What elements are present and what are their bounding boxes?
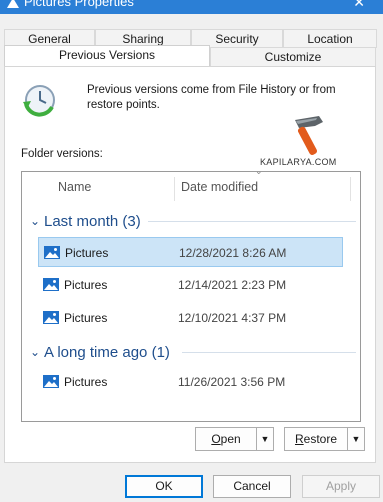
version-name: Pictures xyxy=(64,278,108,292)
window-title: Pictures Properties xyxy=(24,0,134,9)
picture-icon xyxy=(43,311,59,324)
chevron-down-icon: ⌄ xyxy=(30,345,41,359)
versions-list[interactable]: Name ⌄ Date modified ⌄ Last month (3) Pic… xyxy=(21,166,361,422)
folder-versions-label: Folder versions: xyxy=(21,148,103,160)
tab-row-front: Previous Versions Customize xyxy=(0,45,383,66)
version-name: Pictures xyxy=(64,311,108,325)
ok-button[interactable]: OK xyxy=(125,475,203,498)
watermark-logo: KAPILARYA.COM xyxy=(259,112,341,170)
restore-dropdown-button[interactable]: ▼ xyxy=(348,428,364,450)
group-title: A long time ago (1) xyxy=(44,344,170,361)
open-button[interactable]: Open xyxy=(196,428,257,450)
version-row[interactable]: Pictures 12/14/2021 2:23 PM xyxy=(38,270,343,300)
version-name: Pictures xyxy=(64,375,108,389)
tab-location[interactable]: Location xyxy=(283,29,377,48)
hammer-icon xyxy=(295,116,323,155)
apply-button[interactable]: Apply xyxy=(302,475,380,498)
window-icon xyxy=(7,0,19,8)
version-row[interactable]: Pictures 12/10/2021 4:37 PM xyxy=(38,303,343,333)
version-date: 11/26/2021 3:56 PM xyxy=(178,375,286,389)
chevron-down-icon: ⌄ xyxy=(30,214,41,228)
version-row[interactable]: Pictures 11/26/2021 3:56 PM xyxy=(38,367,343,397)
picture-icon xyxy=(44,246,60,259)
open-dropdown-button[interactable]: ▼ xyxy=(257,428,273,450)
restore-access-key: R xyxy=(294,432,304,446)
picture-icon xyxy=(43,375,59,388)
tab-customize[interactable]: Customize xyxy=(210,47,376,66)
column-header-date[interactable]: Date modified xyxy=(181,172,258,204)
column-separator xyxy=(174,177,175,201)
watermark-text: KAPILARYA.COM xyxy=(260,157,337,167)
group-header[interactable]: ⌄ Last month (3) xyxy=(30,210,360,232)
cancel-button[interactable]: Cancel xyxy=(213,475,291,498)
version-date: 12/14/2021 2:23 PM xyxy=(178,278,287,292)
file-history-icon xyxy=(23,85,55,117)
version-date: 12/28/2021 8:26 AM xyxy=(179,246,287,260)
restore-split-button[interactable]: Restore ▼ xyxy=(284,427,365,451)
open-label: pen xyxy=(220,432,241,446)
version-name: Pictures xyxy=(65,246,109,260)
tab-previous-versions[interactable]: Previous Versions xyxy=(4,45,210,66)
group-divider xyxy=(148,221,356,222)
description-text: Previous versions come from File History… xyxy=(87,84,336,111)
restore-label: estore xyxy=(303,432,338,446)
previous-versions-panel: Previous versions come from File History… xyxy=(4,66,376,463)
close-button[interactable]: ✕ xyxy=(353,0,365,11)
open-split-button[interactable]: Open ▼ xyxy=(195,427,274,451)
title-bar: Pictures Properties ✕ xyxy=(0,0,383,14)
open-access-key: O xyxy=(211,432,221,446)
group-title: Last month (3) xyxy=(44,213,141,230)
group-header[interactable]: ⌄ A long time ago (1) xyxy=(30,341,360,363)
picture-icon xyxy=(43,278,59,291)
restore-button[interactable]: Restore xyxy=(285,428,348,450)
column-separator xyxy=(350,177,351,201)
version-row[interactable]: Pictures 12/28/2021 8:26 AM xyxy=(38,237,343,267)
version-date: 12/10/2021 4:37 PM xyxy=(178,311,287,325)
column-header-name[interactable]: Name xyxy=(58,172,91,204)
group-divider xyxy=(182,352,356,353)
